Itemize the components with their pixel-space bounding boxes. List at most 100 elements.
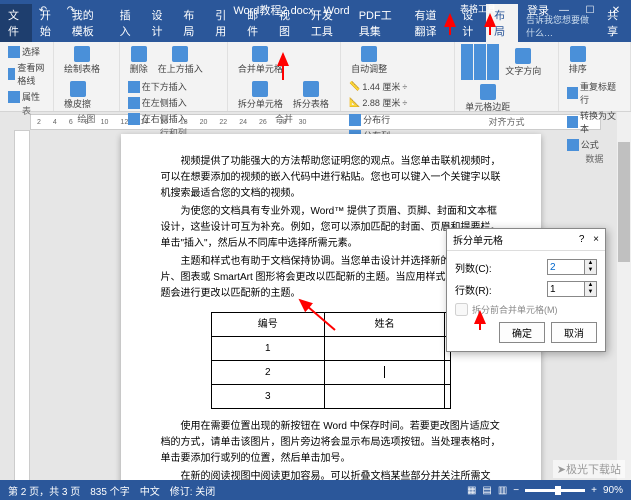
view-gridlines-button[interactable]: 查看网格线 [6, 60, 47, 88]
ok-button[interactable]: 确定 [499, 322, 545, 343]
dialog-title-text: 拆分单元格 [453, 232, 503, 247]
table-cell[interactable] [325, 361, 445, 385]
vertical-scrollbar[interactable] [617, 112, 631, 480]
cols-spinner[interactable]: ▲▼ [547, 259, 597, 275]
document-table[interactable]: 编号 姓名 1 2 3 [211, 312, 451, 409]
tab-pdf[interactable]: PDF工具集 [351, 4, 407, 42]
table-cell[interactable] [445, 361, 450, 385]
tab-layout[interactable]: 布局 [175, 4, 207, 42]
print-layout-icon[interactable]: ▤ [482, 485, 491, 496]
align-tr-icon[interactable] [487, 44, 499, 56]
table-cell[interactable] [325, 385, 445, 409]
text-cursor [384, 366, 385, 378]
merge-before-split-checkbox[interactable]: 拆分前合并单元格(M) [455, 303, 597, 316]
split-cells-dialog: 拆分单元格 ? × 列数(C): ▲▼ 行数(R): ▲▼ 拆分前合并单元格(M… [446, 228, 606, 352]
language-status[interactable]: 中文 [140, 483, 160, 498]
align-bc-icon[interactable] [474, 68, 486, 80]
cell-margins-button[interactable]: 单元格边距 [461, 82, 514, 115]
align-br-icon[interactable] [487, 68, 499, 80]
dialog-close-icon[interactable]: × [593, 234, 599, 245]
table-row: 2 [211, 361, 450, 385]
cols-label: 列数(C): [455, 260, 492, 275]
split-table-button[interactable]: 拆分表格 [289, 79, 333, 112]
rows-down-icon[interactable]: ▼ [585, 289, 596, 296]
watermark: ➤极光下载站 [553, 460, 625, 478]
zoom-slider[interactable] [525, 489, 585, 492]
web-layout-icon[interactable]: ▥ [498, 485, 507, 496]
sort-button[interactable]: 排序 [565, 44, 591, 77]
tab-home[interactable]: 开始 [32, 4, 64, 42]
table-header-cell[interactable]: 编号 [211, 313, 325, 337]
tab-file[interactable]: 文件 [0, 4, 32, 42]
rows-up-icon[interactable]: ▲ [585, 282, 596, 289]
autofit-button[interactable]: 自动调整 [347, 44, 391, 77]
status-bar: 第 2 页，共 3 页 835 个字 中文 修订: 关闭 ▦ ▤ ▥ − + 9… [0, 480, 631, 500]
table-row: 3 [211, 385, 450, 409]
track-changes-status[interactable]: 修订: 关闭 [170, 483, 216, 498]
word-count[interactable]: 835 个字 [90, 483, 129, 498]
share-button[interactable]: 共享 [599, 4, 631, 42]
paragraph[interactable]: 使用在需要位置出现的新按钮在 Word 中保存时间。若要更改图片适应文档的方式，… [161, 419, 501, 467]
table-row: 1 [211, 337, 450, 361]
checkbox-input [455, 303, 468, 316]
table-cell[interactable]: 1 [211, 337, 325, 361]
context-tab-label: 表格工具 [460, 2, 496, 15]
insert-left-button[interactable]: 在左侧插入 [126, 95, 189, 110]
page-status[interactable]: 第 2 页，共 3 页 [8, 483, 80, 498]
cols-input[interactable] [548, 260, 584, 274]
insert-above-button[interactable]: 在上方插入 [154, 44, 207, 77]
merge-cells-button[interactable]: 合并单元格 [234, 44, 287, 77]
table-cell[interactable] [325, 337, 445, 361]
table-header-cell[interactable]: 姓名 [325, 313, 445, 337]
col-width-input[interactable]: 📐2.88 厘米÷ [347, 95, 409, 110]
tell-me-search[interactable]: 告诉我您想要做什么… [518, 10, 599, 42]
tab-mailings[interactable]: 邮件 [239, 4, 271, 42]
tab-review[interactable]: 视图 [271, 4, 303, 42]
tab-design[interactable]: 设计 [143, 4, 175, 42]
ribbon-tabs: 文件 开始 我的模板 插入 设计 布局 引用 邮件 视图 开发工具 PDF工具集… [0, 20, 631, 42]
properties-button[interactable]: 属性 [6, 89, 47, 104]
delete-button[interactable]: 删除 [126, 44, 152, 77]
dialog-help-icon[interactable]: ? [579, 234, 585, 245]
table-cell[interactable]: 2 [211, 361, 325, 385]
zoom-out-icon[interactable]: − [513, 485, 519, 496]
select-button[interactable]: 选择 [6, 44, 47, 59]
align-mr-icon[interactable] [487, 56, 499, 68]
zoom-level[interactable]: 90% [603, 485, 623, 496]
align-tl-icon[interactable] [461, 44, 473, 56]
paragraph[interactable]: 视频提供了功能强大的方法帮助您证明您的观点。当您单击联机视频时，可以在想要添加的… [161, 154, 501, 202]
rows-spinner[interactable]: ▲▼ [547, 281, 597, 297]
tab-youdao[interactable]: 有道翻译 [406, 4, 454, 42]
cols-up-icon[interactable]: ▲ [585, 260, 596, 267]
eraser-button[interactable]: 橡皮擦 [60, 79, 95, 112]
tab-templates[interactable]: 我的模板 [64, 4, 112, 42]
tab-insert[interactable]: 插入 [112, 4, 144, 42]
align-ml-icon[interactable] [461, 56, 473, 68]
group-table-label: 表 [6, 104, 47, 117]
draw-table-button[interactable]: 绘制表格 [60, 44, 104, 77]
dist-rows-button[interactable]: 分布行 [347, 112, 392, 127]
ribbon: 选择 查看网格线 属性 表 绘制表格 橡皮擦 绘图 删除 在上方插入 在下方插入… [0, 42, 631, 112]
split-cells-button[interactable]: 拆分单元格 [234, 79, 287, 112]
align-tc-icon[interactable] [474, 44, 486, 56]
text-direction-button[interactable]: 文字方向 [501, 46, 545, 79]
align-mc-icon[interactable] [474, 56, 486, 68]
rows-input[interactable] [548, 282, 584, 296]
table-row: 编号 姓名 [211, 313, 450, 337]
row-height-input[interactable]: 📏1.44 厘米÷ [347, 79, 409, 94]
cols-down-icon[interactable]: ▼ [585, 267, 596, 274]
insert-below-button[interactable]: 在下方插入 [126, 79, 189, 94]
repeat-header-button[interactable]: 重复标题行 [565, 79, 624, 107]
tab-references[interactable]: 引用 [207, 4, 239, 42]
vertical-ruler[interactable] [14, 130, 30, 490]
rows-label: 行数(R): [455, 282, 492, 297]
table-cell[interactable]: 3 [211, 385, 325, 409]
tab-dev[interactable]: 开发工具 [303, 4, 351, 42]
align-bl-icon[interactable] [461, 68, 473, 80]
zoom-in-icon[interactable]: + [591, 485, 597, 496]
cancel-button[interactable]: 取消 [551, 322, 597, 343]
group-align-label: 对齐方式 [461, 115, 552, 128]
read-mode-icon[interactable]: ▦ [467, 485, 476, 496]
table-cell[interactable] [445, 385, 450, 409]
scrollbar-thumb[interactable] [618, 142, 630, 262]
